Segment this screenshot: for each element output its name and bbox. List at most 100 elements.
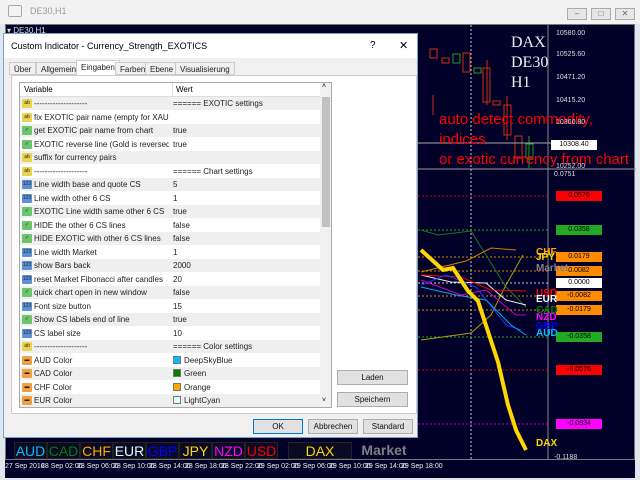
- value-cell[interactable]: false: [170, 286, 320, 299]
- table-row[interactable]: 123 Line width other 6 CS 1: [20, 192, 320, 205]
- variable-cell: ✓ Show CS labels end of line: [20, 313, 169, 326]
- table-row[interactable]: ✓ HIDE EXOTIC with other 6 CS lines false: [20, 232, 320, 246]
- value-cell[interactable]: 15: [170, 300, 320, 313]
- value-cell[interactable]: DeepSkyBlue: [170, 354, 320, 367]
- overlay-broker-symbol: DE30: [511, 54, 549, 71]
- color-type-icon: ▬: [22, 369, 32, 378]
- value-cell[interactable]: false: [170, 219, 320, 232]
- ab-type-icon: ab: [22, 112, 32, 122]
- table-row[interactable]: 123 show Bars back 2000: [20, 259, 320, 273]
- scrollbar-thumb[interactable]: [322, 97, 330, 227]
- tab-visualisierung[interactable]: Visualisierung: [175, 62, 235, 75]
- overlay-timeframe: H1: [511, 74, 531, 91]
- value-cell[interactable]: 1: [170, 246, 320, 259]
- currency-button-jpy[interactable]: JPY: [179, 442, 212, 459]
- value-cell[interactable]: true: [170, 138, 320, 151]
- table-row[interactable]: ✓ Show CS labels end of line true: [20, 313, 320, 327]
- table-row[interactable]: ab -------------------- ====== EXOTIC sett…: [20, 97, 320, 111]
- table-row[interactable]: ▬ EUR Color LightCyan: [20, 394, 320, 407]
- scroll-up-icon[interactable]: ˄: [322, 83, 326, 90]
- price-tick: 10525.60: [556, 51, 586, 58]
- value-cell[interactable]: 20: [170, 273, 320, 286]
- tab-über[interactable]: Über: [9, 62, 37, 75]
- value-cell[interactable]: 5: [170, 178, 320, 191]
- value-cell[interactable]: ====== Color settings: [170, 340, 320, 353]
- currency-button-gbp[interactable]: GBP: [146, 442, 179, 459]
- table-row[interactable]: ✓ get EXOTIC pair name from chart true: [20, 124, 320, 138]
- variable-cell: 123 Font size button: [20, 300, 169, 313]
- value-cell[interactable]: 1: [170, 192, 320, 205]
- currency-button-nzd[interactable]: NZD: [212, 442, 245, 459]
- bool-type-icon: ✓: [22, 220, 32, 230]
- variable-value: 10: [173, 328, 182, 338]
- int-type-icon: 123: [22, 180, 32, 189]
- variable-value: ====== Color settings: [173, 342, 253, 351]
- column-header-variable[interactable]: Variable: [24, 83, 53, 97]
- cancel-button[interactable]: Abbrechen: [308, 419, 358, 434]
- table-row[interactable]: ab -------------------- ====== Color setti…: [20, 340, 320, 354]
- column-header-value[interactable]: Wert: [172, 83, 193, 97]
- variable-cell: ab suffix for currency pairs: [20, 151, 169, 164]
- value-cell[interactable]: [170, 111, 320, 124]
- tab-eingaben[interactable]: Eingaben: [76, 60, 120, 76]
- scroll-down-icon[interactable]: ˅: [322, 397, 326, 404]
- variable-value: 15: [173, 301, 182, 311]
- value-cell[interactable]: 10: [170, 327, 320, 340]
- table-row[interactable]: 123 reset Market Fibonacci after candles 2…: [20, 273, 320, 286]
- variable-cell: ▬ CHF Color: [20, 381, 169, 394]
- table-row[interactable]: ab suffix for currency pairs: [20, 151, 320, 165]
- variable-name: EXOTIC Line width same other 6 CS: [34, 207, 165, 216]
- table-row[interactable]: ✓ HIDE the other 6 CS lines false: [20, 219, 320, 232]
- variable-cell: 123 Line width base and quote CS: [20, 178, 169, 191]
- variable-value: 20: [173, 274, 182, 284]
- time-tick: 29 Sep 18:00: [401, 463, 443, 470]
- default-button[interactable]: Standard: [363, 419, 413, 434]
- table-row[interactable]: ✓ EXOTIC Line width same other 6 CS true: [20, 205, 320, 219]
- value-cell[interactable]: Orange: [170, 381, 320, 394]
- maximize-button[interactable]: □: [591, 8, 611, 20]
- ok-button[interactable]: OK: [253, 419, 303, 434]
- tab-allgemein[interactable]: Allgemein: [36, 62, 82, 75]
- table-row[interactable]: ab fix EXOTIC pair name (empty for XAUU..…: [20, 111, 320, 124]
- table-row[interactable]: 123 Line width base and quote CS 5: [20, 178, 320, 192]
- int-type-icon: 123: [22, 328, 32, 338]
- variable-cell: ✓ HIDE EXOTIC with other 6 CS lines: [20, 232, 169, 245]
- value-cell[interactable]: ====== Chart settings: [170, 165, 320, 178]
- table-scrollbar[interactable]: ˄ ˅: [320, 83, 331, 407]
- value-cell[interactable]: Green: [170, 367, 320, 380]
- load-button[interactable]: Laden: [337, 370, 408, 385]
- variable-cell: ab --------------------: [20, 340, 169, 353]
- table-row[interactable]: 123 CS label size 10: [20, 327, 320, 340]
- table-row[interactable]: ✓ EXOTIC reverse line (Gold is reversed) t…: [20, 138, 320, 151]
- table-row[interactable]: 123 Font size button 15: [20, 300, 320, 313]
- value-cell[interactable]: LightCyan: [170, 394, 320, 407]
- currency-button-cad[interactable]: CAD: [47, 442, 80, 459]
- table-row[interactable]: ▬ AUD Color DeepSkyBlue: [20, 354, 320, 367]
- currency-button-aud[interactable]: AUD: [14, 442, 47, 459]
- currency-button-chf[interactable]: CHF: [80, 442, 113, 459]
- market-button[interactable]: Market: [355, 442, 413, 459]
- currency-button-eur[interactable]: EUR: [113, 442, 146, 459]
- exotic-button[interactable]: DAX: [288, 442, 352, 459]
- value-cell[interactable]: true: [170, 313, 320, 326]
- value-cell[interactable]: ====== EXOTIC settings: [170, 97, 320, 110]
- variable-value: LightCyan: [184, 396, 221, 405]
- table-row[interactable]: ▬ CHF Color Orange: [20, 381, 320, 394]
- value-cell[interactable]: false: [170, 232, 320, 245]
- currency-button-usd[interactable]: USD: [245, 442, 278, 459]
- table-row[interactable]: 123 Line width Market 1: [20, 246, 320, 259]
- table-row[interactable]: ab -------------------- ====== Chart setti…: [20, 165, 320, 178]
- tab-ebene[interactable]: Ebene: [145, 62, 179, 75]
- value-cell[interactable]: true: [170, 124, 320, 137]
- table-row[interactable]: ▬ CAD Color Green: [20, 367, 320, 381]
- value-cell[interactable]: 2000: [170, 259, 320, 272]
- dialog-close-button[interactable]: ✕: [399, 39, 408, 52]
- save-button[interactable]: Speichern: [337, 392, 408, 407]
- window-title: DE30,H1: [30, 6, 67, 16]
- value-cell[interactable]: true: [170, 205, 320, 218]
- value-cell[interactable]: [170, 151, 320, 164]
- minimize-button[interactable]: –: [567, 8, 587, 20]
- table-row[interactable]: ✓ quick chart open in new window false: [20, 286, 320, 300]
- close-window-button[interactable]: ✕: [615, 8, 635, 20]
- help-button[interactable]: ?: [370, 40, 376, 51]
